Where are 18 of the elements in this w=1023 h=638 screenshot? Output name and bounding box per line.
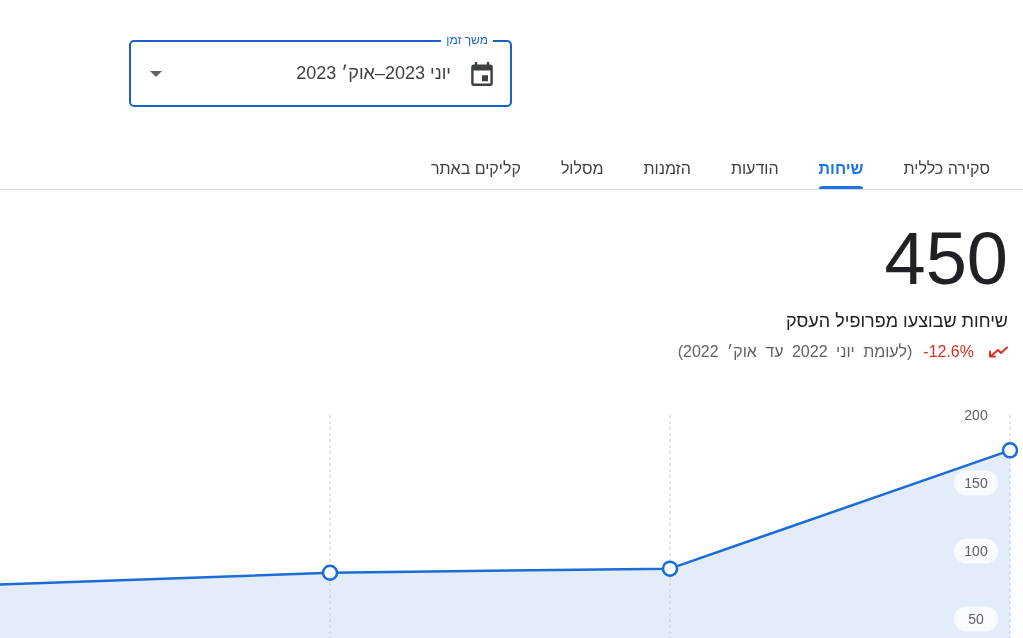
y-axis-label: 150 bbox=[964, 475, 988, 491]
tab[interactable]: מסלול bbox=[560, 137, 604, 189]
data-point bbox=[321, 564, 339, 581]
tab[interactable]: סקירה כללית bbox=[903, 137, 990, 189]
total-count: 450 bbox=[884, 219, 1008, 299]
y-axis-label: 100 bbox=[964, 543, 988, 559]
metric-title: שיחות שבוצעו מפרופיל העסק bbox=[785, 310, 1008, 333]
y-axis-label: 200 bbox=[964, 407, 988, 423]
caret-down-icon bbox=[150, 70, 162, 77]
y-axis-label: 50 bbox=[968, 610, 984, 627]
tab[interactable]: קליקים באתר bbox=[431, 137, 521, 189]
calendar-icon bbox=[470, 61, 494, 86]
comparison-text: (לעומת יוני 2022 עד אוק׳ 2022) bbox=[677, 342, 913, 362]
tab[interactable]: שיחות bbox=[818, 137, 864, 189]
data-point bbox=[661, 560, 679, 577]
tab[interactable]: הזמנות bbox=[643, 137, 691, 189]
change-percent: -12.6% bbox=[923, 342, 974, 362]
tab[interactable]: הודעות bbox=[730, 137, 779, 189]
